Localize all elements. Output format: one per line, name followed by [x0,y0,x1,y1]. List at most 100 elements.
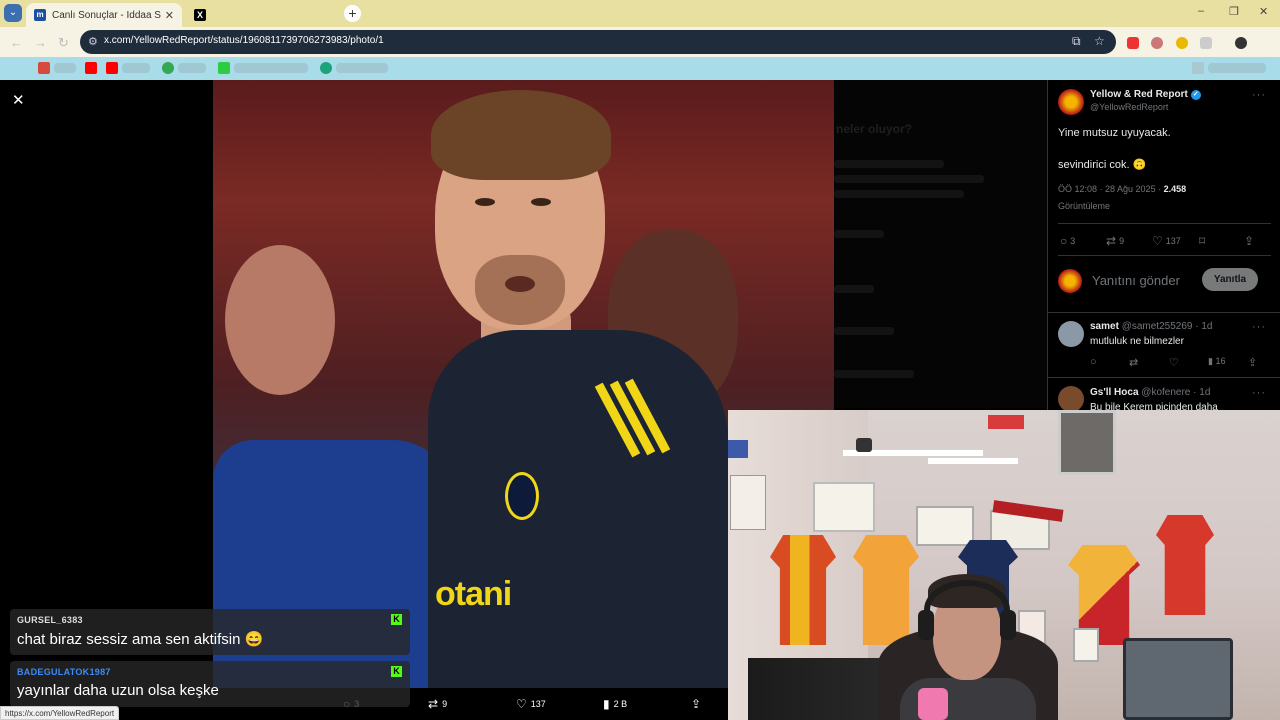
divider [1058,255,1271,256]
status-bar-url: https://x.com/YellowRedReport [0,706,120,720]
reload-icon[interactable]: ↻ [58,35,69,51]
like-button[interactable]: ♡ 137 [1152,234,1181,248]
bookmark-label[interactable] [178,63,206,73]
reply-text: Bu bile Kerem piçinden daha [1090,402,1218,410]
share-icon[interactable]: ⇪ [1248,356,1257,369]
gmail-icon[interactable] [38,62,50,74]
heart-icon: ♡ [1152,234,1163,248]
bookmark-label[interactable] [54,63,76,73]
author-handle[interactable]: @YellowRedReport [1090,102,1168,112]
extension-icon[interactable] [1176,37,1188,49]
new-tab-button[interactable]: + [344,5,361,22]
kick-logo-icon: K [391,614,402,625]
dimmed-line [834,175,984,183]
reply-author[interactable]: samet @samet255269 · 1d [1090,321,1212,332]
framed-certificate [916,506,974,546]
tab-x[interactable]: X [186,3,342,27]
reply-author-name: Gs'll Hoca [1090,387,1139,398]
more-options-icon[interactable]: ··· [1252,387,1266,399]
repost-icon[interactable]: ⇄ [1129,356,1138,369]
reply-avatar[interactable] [1058,386,1084,410]
share-button[interactable]: ⇪ [1244,234,1254,248]
small-flag [728,440,748,458]
back-icon[interactable]: ← [10,35,23,50]
repost-count: 9 [1119,236,1125,246]
bookmark-icon[interactable] [320,62,332,74]
repost-count: 9 [442,699,448,709]
divider [1048,377,1280,378]
minimize-icon[interactable]: – [1198,5,1204,17]
tab-close-icon[interactable]: ✕ [165,9,174,22]
background-player-head [225,245,335,395]
shirt-sponsor: otani [435,575,512,613]
site-info-icon[interactable]: ⚙ [88,35,98,48]
address-bar[interactable]: ⚙ x.com/YellowRedReport/status/196081173… [80,30,1116,54]
views-button[interactable]: ▮ 2 B [603,697,627,711]
tweet-panel: Yellow & Red Report ✓ @YellowRedReport ·… [1047,80,1280,410]
restore-icon[interactable]: ❐ [1229,5,1239,18]
youtube-icon[interactable] [106,62,118,74]
divider [1048,312,1280,313]
maps-icon[interactable] [162,62,174,74]
share-icon: ⇪ [691,697,702,711]
youtube-icon[interactable] [85,62,97,74]
forward-icon[interactable]: → [34,35,47,50]
chat-username: GURSEL_6383 [17,615,83,625]
reply-icon[interactable]: ○ [1090,356,1097,368]
views-stat[interactable]: ▮ 16 [1208,356,1225,367]
extension-icon[interactable] [1127,37,1139,49]
bookmark-button[interactable]: ⌑ [1199,234,1205,248]
reply-handle: @samet255269 · 1d [1121,321,1213,332]
extensions-puzzle-icon[interactable] [1200,37,1212,49]
views-label: Görüntüleme [1058,201,1111,211]
galatasaray-jersey [853,535,919,645]
extension-icon[interactable] [1151,37,1163,49]
more-options-icon[interactable]: ··· [1252,321,1266,333]
headphone-cup [1000,610,1016,640]
heart-icon[interactable]: ♡ [1169,356,1179,369]
shelf [928,458,1018,464]
webcam-feed [728,410,1280,720]
player-eye [475,198,495,206]
share-button[interactable]: ⇪ [691,697,701,711]
window-close-icon[interactable]: ✕ [1259,5,1268,18]
dimmed-line [834,327,894,335]
url-text: x.com/YellowRedReport/status/19608117397… [104,35,384,46]
player-eye [531,198,551,206]
share-icon: ⇪ [1244,234,1255,248]
dimmed-line [834,230,884,238]
folder-icon[interactable] [1192,62,1204,74]
repost-button[interactable]: ⇄ 9 [1106,234,1124,248]
bookmark-label[interactable] [122,63,150,73]
bookmark-star-icon[interactable]: ☆ [1094,34,1105,48]
reply-author[interactable]: Gs'll Hoca @kofenere · 1d [1090,387,1210,398]
reply-view-count: 16 [1215,356,1226,366]
reply-avatar[interactable] [1058,321,1084,347]
repost-icon: ⇄ [428,697,439,711]
install-icon[interactable]: ⧉ [1072,34,1081,49]
bookmark-label[interactable] [234,63,308,73]
more-options-icon[interactable]: ··· [1252,89,1266,101]
close-icon[interactable]: ✕ [12,91,25,109]
author-name[interactable]: Yellow & Red Report ✓ [1090,89,1201,100]
bookmark-label[interactable] [336,63,388,73]
tab-search-icon[interactable]: ⌄ [4,4,22,22]
author-avatar[interactable] [1058,89,1084,115]
tweet-views-count: 2.458 [1163,184,1187,194]
profile-avatar[interactable] [1235,37,1247,49]
like-button[interactable]: ♡ 137 [516,697,546,711]
dimmed-sidebar: neler oluyor? [834,80,1047,408]
framed-newspaper [813,482,875,532]
like-count: 137 [1165,236,1181,246]
reply-submit-button[interactable]: Yanıtla [1202,268,1258,291]
reply-button[interactable]: ○ 3 [1060,234,1075,248]
all-bookmarks-label[interactable] [1208,63,1266,73]
tab-strip: ⌄ m Canlı Sonuçlar - İddaa Sonuçları ✕ X… [0,0,1280,27]
headphone-cup [918,610,934,640]
dimmed-line [834,190,964,198]
reply-input[interactable]: Yanıtını gönder [1092,273,1180,288]
repost-button[interactable]: ⇄ 9 [428,697,447,711]
tab-canli-sonuclar[interactable]: m Canlı Sonuçlar - İddaa Sonuçları ✕ [26,3,182,27]
tweet-timestamp: ÖÖ 12:08 · 28 Ağu 2025 · 2.458 [1058,184,1186,194]
bookmark-icon[interactable] [218,62,230,74]
